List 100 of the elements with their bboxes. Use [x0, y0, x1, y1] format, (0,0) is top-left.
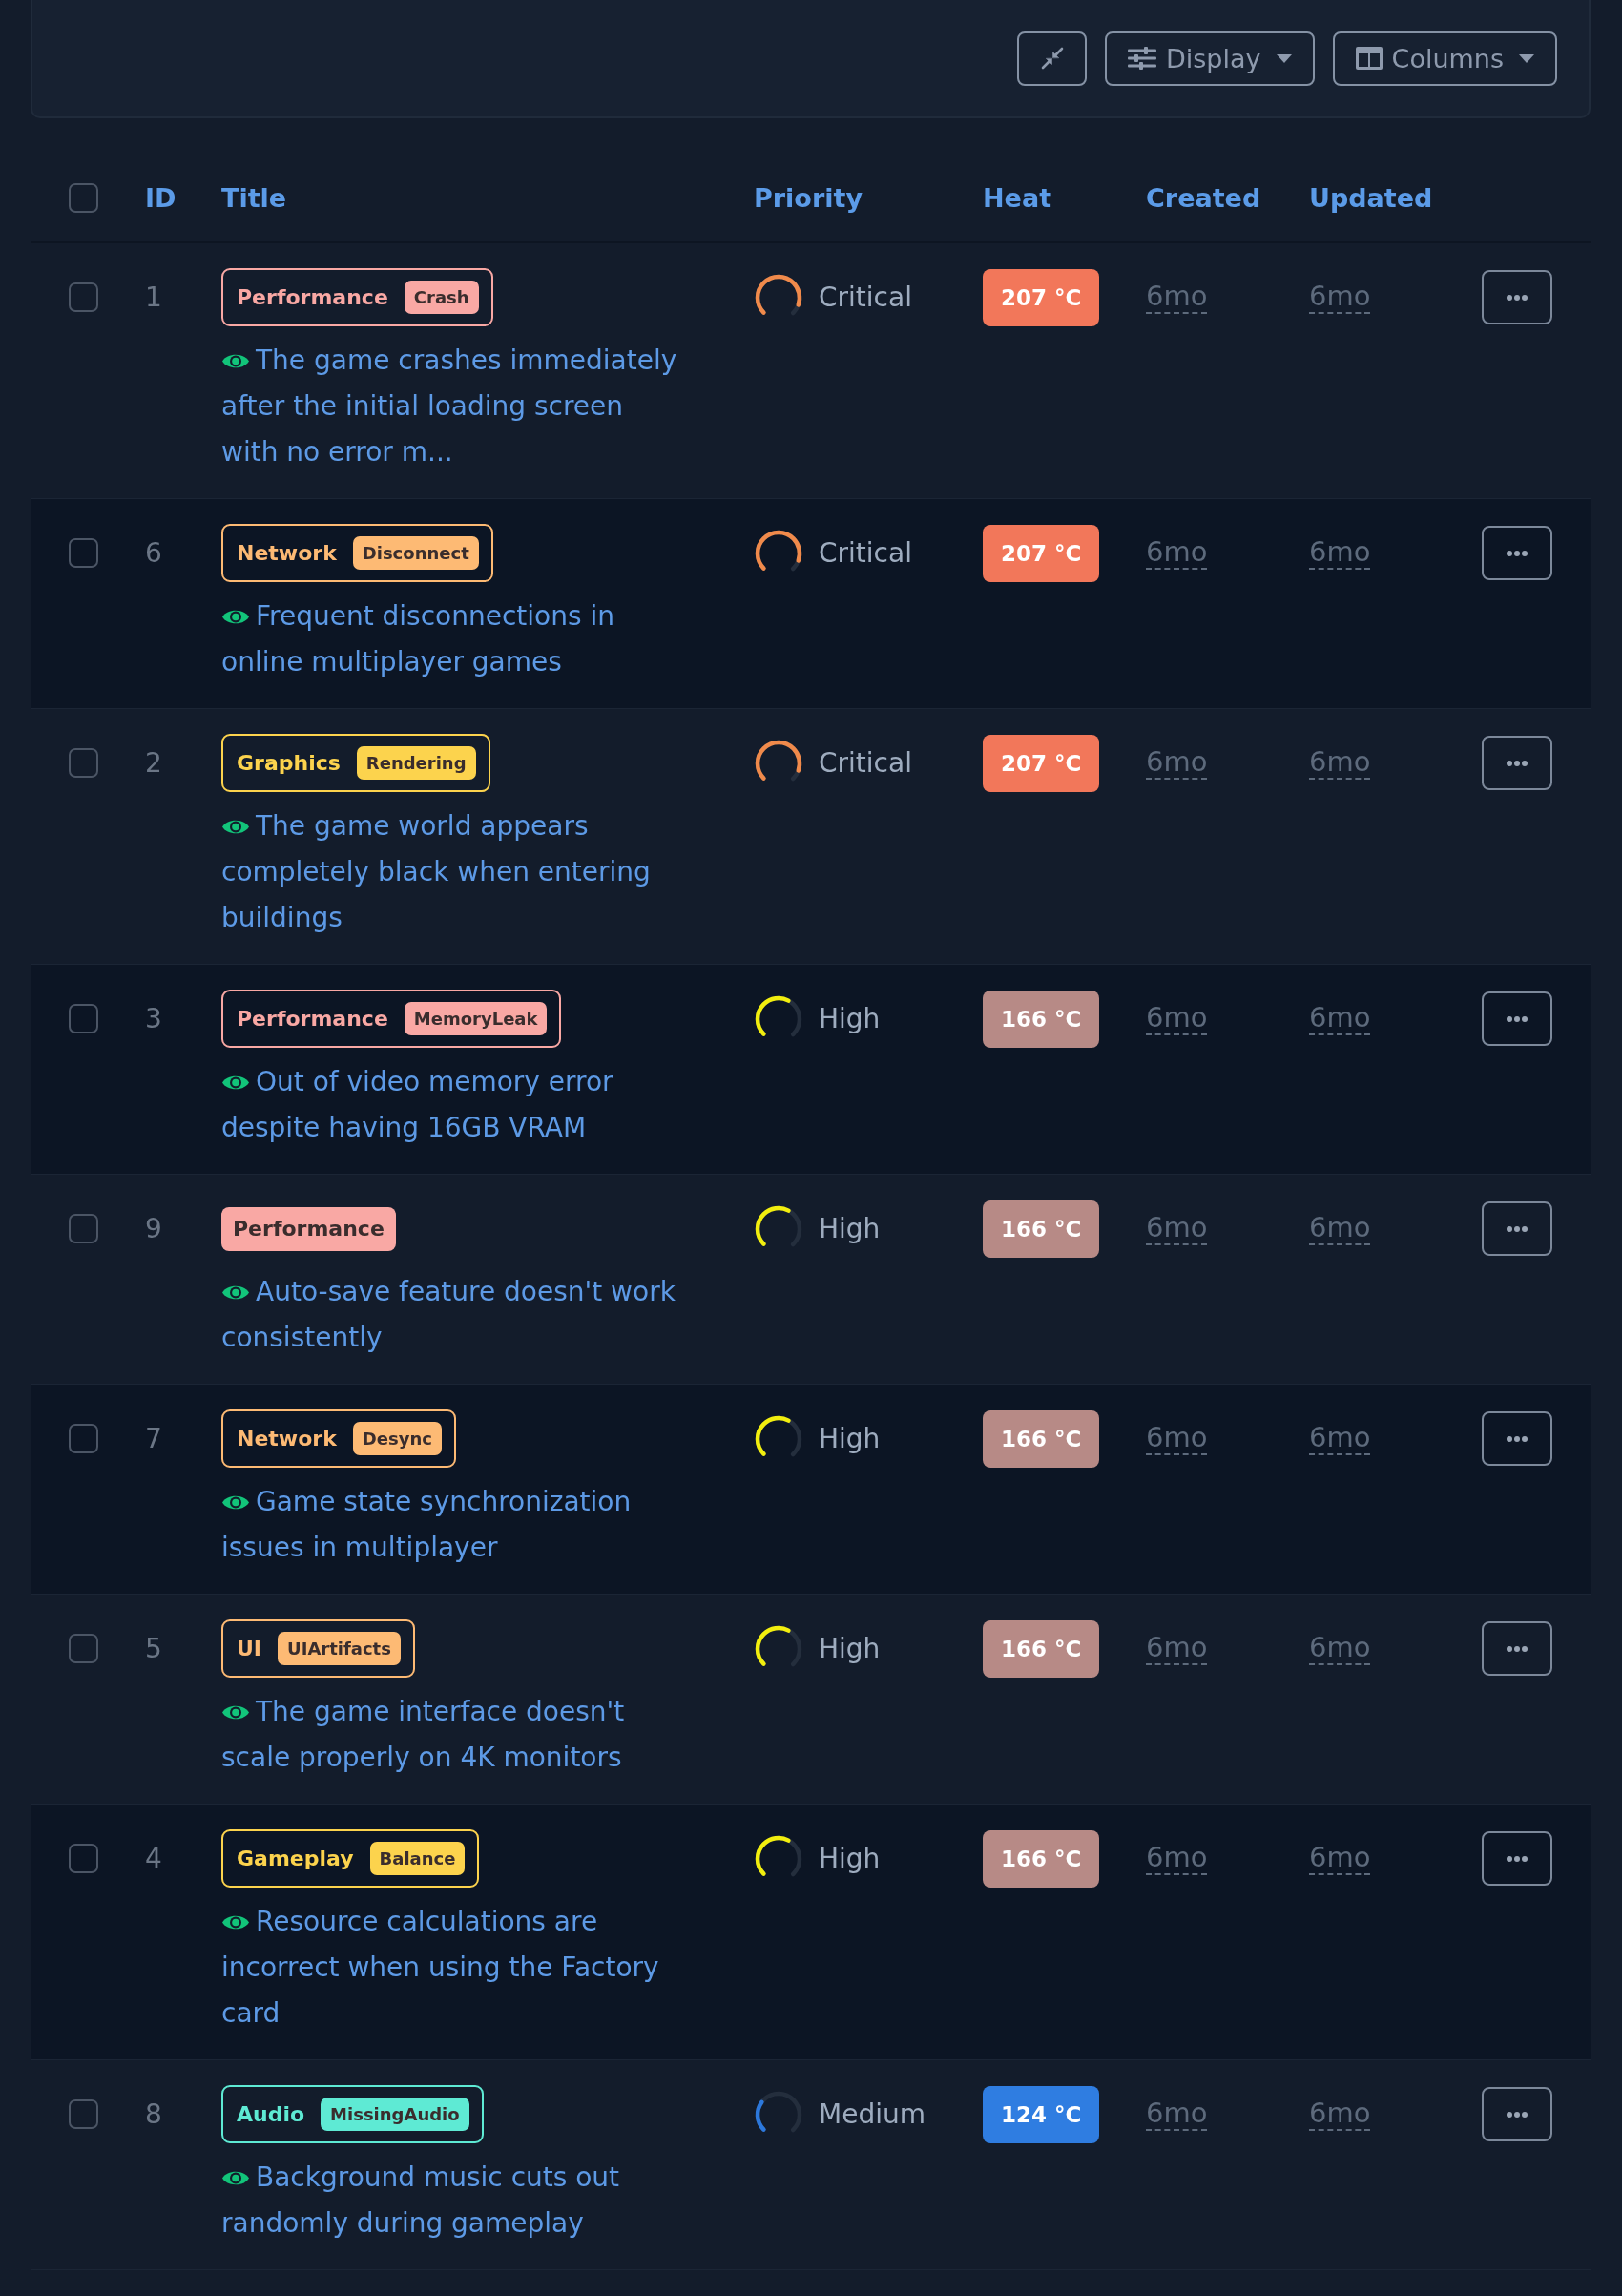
heat-badge: 124 °C [983, 2085, 1100, 2143]
row-id: 3 [145, 1003, 162, 1034]
updated-time: 6mo [1309, 1211, 1371, 1246]
ellipsis-icon [1507, 760, 1528, 766]
columns-icon [1355, 47, 1383, 70]
eye-icon [221, 608, 250, 626]
eye-icon [221, 352, 250, 370]
row-id: 9 [145, 1213, 162, 1244]
eye-icon [221, 1913, 250, 1931]
subcategory-tag: Disconnect [352, 536, 479, 570]
subcategory-tag: MissingAudio [321, 2098, 469, 2131]
row-id: 6 [145, 537, 162, 569]
priority-label: High [819, 1423, 881, 1454]
issue-title-link[interactable]: The game interface doesn't scale properly on 4K monitors [221, 1689, 682, 1781]
column-header[interactable]: Heat [983, 182, 1052, 213]
column-header[interactable]: Title [221, 182, 287, 213]
display-dropdown-button[interactable]: Display [1105, 31, 1315, 86]
eye-icon [221, 1703, 250, 1722]
category-label: Performance [237, 1007, 388, 1031]
row-actions-button[interactable] [1482, 526, 1552, 580]
updated-time: 6mo [1309, 1421, 1371, 1456]
select-all-checkbox[interactable] [69, 182, 98, 213]
issue-title-link[interactable]: Game state synchronization issues in multiplayer [221, 1479, 682, 1571]
row-checkbox[interactable] [69, 1844, 98, 1873]
row-checkbox[interactable] [69, 1424, 98, 1453]
heat-badge: 166 °C [983, 990, 1100, 1048]
row-checkbox[interactable] [69, 1004, 98, 1033]
columns-dropdown-button[interactable]: Columns [1332, 31, 1557, 86]
priority-label: High [819, 1003, 881, 1034]
priority-label: High [819, 1843, 881, 1874]
eye-icon [221, 1074, 250, 1092]
subcategory-tag: Balance [369, 1842, 466, 1875]
ellipsis-icon [1507, 1015, 1528, 1022]
compress-arrows-icon [1040, 47, 1064, 70]
column-header[interactable]: Created [1146, 182, 1261, 213]
created-time: 6mo [1146, 280, 1208, 315]
row-id: 5 [145, 1633, 162, 1664]
issue-title-link[interactable]: Background music cuts out randomly during gameplay [221, 2155, 682, 2246]
eye-icon [221, 1284, 250, 1302]
row-actions-button[interactable] [1482, 2087, 1552, 2141]
category-label: Performance [237, 285, 388, 309]
heat-badge: 166 °C [983, 1200, 1100, 1258]
issue-title-link[interactable]: Resource calculations are incorrect when using the Factory card [221, 1899, 682, 2036]
created-time: 6mo [1146, 1001, 1208, 1036]
row-checkbox[interactable] [69, 1634, 98, 1663]
issue-title-link[interactable]: Auto-save feature doesn't work consistently [221, 1269, 682, 1361]
column-header[interactable]: Priority [754, 182, 863, 213]
collapse-button[interactable] [1017, 31, 1087, 86]
ellipsis-icon [1507, 2111, 1528, 2118]
ellipsis-icon [1507, 1645, 1528, 1652]
heat-badge: 207 °C [983, 268, 1100, 326]
updated-time: 6mo [1309, 535, 1371, 571]
row-id: 4 [145, 1843, 162, 1874]
created-time: 6mo [1146, 1841, 1208, 1876]
row-actions-button[interactable] [1482, 1411, 1552, 1466]
created-time: 6mo [1146, 1211, 1208, 1246]
heat-badge: 207 °C [983, 734, 1100, 792]
issue-title-link[interactable]: Out of video memory error despite having 16GB VRAM [221, 1059, 682, 1151]
heat-badge: 166 °C [983, 1409, 1100, 1468]
eye-icon [221, 818, 250, 836]
row-actions-button[interactable] [1482, 270, 1552, 324]
row-checkbox[interactable] [69, 538, 98, 568]
row-actions-button[interactable] [1482, 1831, 1552, 1886]
row-actions-button[interactable] [1482, 736, 1552, 790]
updated-time: 6mo [1309, 2097, 1371, 2132]
column-header[interactable]: Updated [1309, 182, 1433, 213]
issue-title-link[interactable]: Frequent disconnections in online multiplayer games [221, 594, 682, 685]
created-time: 6mo [1146, 2097, 1208, 2132]
row-checkbox[interactable] [69, 748, 98, 778]
row-id: 1 [145, 282, 162, 313]
issue-title-link[interactable]: The game world appears completely black when entering buildings [221, 804, 682, 941]
row-actions-button[interactable] [1482, 1621, 1552, 1676]
caret-down-icon [1519, 53, 1534, 63]
priority-label: High [819, 1633, 881, 1664]
subcategory-tag: Desync [352, 1422, 442, 1455]
priority-label: Critical [819, 282, 912, 313]
category-label: Network [237, 1427, 337, 1451]
row-checkbox[interactable] [69, 1214, 98, 1243]
updated-time: 6mo [1309, 745, 1371, 781]
row-actions-button[interactable] [1482, 991, 1552, 1046]
subcategory-tag: Crash [404, 281, 479, 314]
ellipsis-icon [1507, 1225, 1528, 1232]
heat-badge: 166 °C [983, 1619, 1100, 1678]
updated-time: 6mo [1309, 1841, 1371, 1876]
row-id: 7 [145, 1423, 162, 1454]
updated-time: 6mo [1309, 1001, 1371, 1036]
subcategory-tag: MemoryLeak [404, 1002, 548, 1035]
subcategory-tag: UIArtifacts [278, 1632, 401, 1665]
row-checkbox[interactable] [69, 282, 98, 312]
category-label: Network [237, 541, 337, 565]
ellipsis-icon [1507, 294, 1528, 301]
created-time: 6mo [1146, 535, 1208, 571]
created-time: 6mo [1146, 745, 1208, 781]
ellipsis-icon [1507, 1435, 1528, 1442]
issue-title-link[interactable]: The game crashes immediately after the initial loading screen with no error m... [221, 338, 682, 475]
category-label: Graphics [237, 751, 341, 775]
row-actions-button[interactable] [1482, 1201, 1552, 1256]
heat-badge: 207 °C [983, 524, 1100, 582]
column-header[interactable]: ID [145, 182, 177, 213]
row-checkbox[interactable] [69, 2099, 98, 2129]
